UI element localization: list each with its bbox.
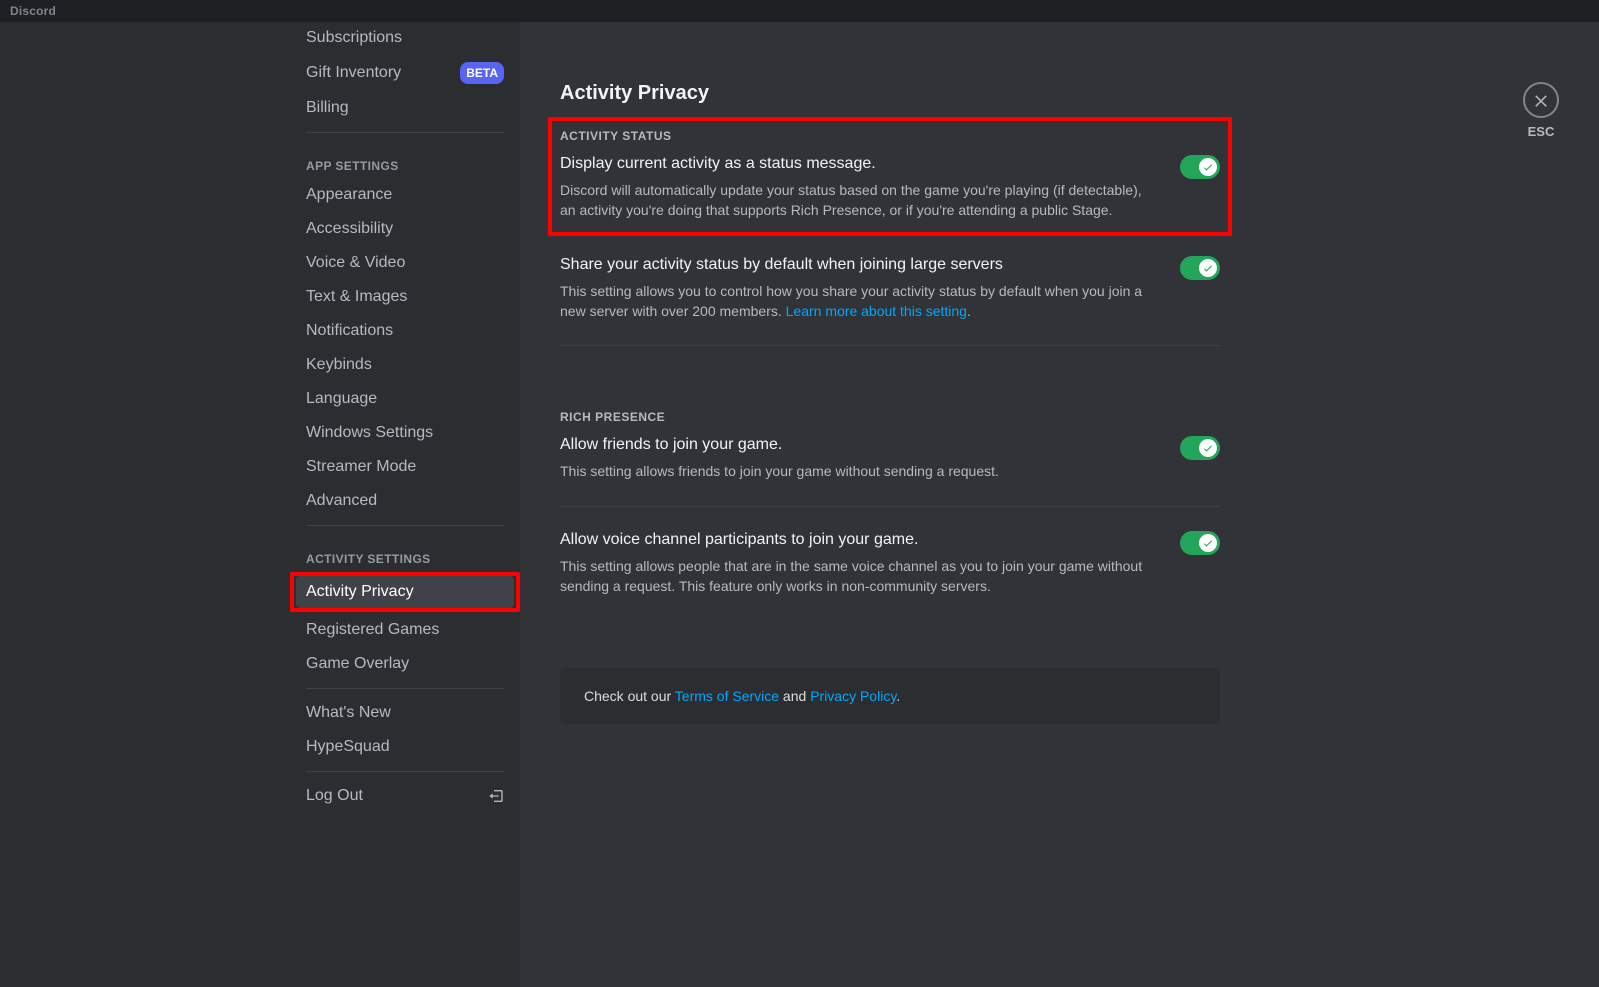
toggle-share-large-servers[interactable] (1180, 256, 1220, 280)
toggle-friends-join[interactable] (1180, 436, 1220, 460)
sidebar-item-notifications[interactable]: Notifications (296, 315, 514, 347)
sidebar-item-log-out[interactable]: Log Out (296, 780, 514, 812)
logout-icon (488, 788, 504, 804)
setting-title-voice-join: Allow voice channel participants to join… (560, 531, 1156, 549)
check-icon (1199, 259, 1217, 277)
app-body: Subscriptions Gift Inventory BETA Billin… (0, 22, 1599, 987)
sidebar-header-app-settings: APP SETTINGS (296, 141, 514, 179)
sidebar-item-activity-privacy[interactable]: Activity Privacy (296, 576, 514, 608)
setting-desc-display-activity: Discord will automatically update your s… (560, 181, 1156, 220)
sidebar-item-gift-inventory[interactable]: Gift Inventory BETA (296, 56, 514, 90)
close-column: ESC (1523, 82, 1559, 139)
toggle-display-activity[interactable] (1180, 155, 1220, 179)
beta-badge: BETA (460, 62, 504, 84)
close-icon (1532, 91, 1550, 109)
highlight-display-activity: ACTIVITY STATUS Display current activity… (548, 117, 1232, 236)
sidebar-item-whats-new[interactable]: What's New (296, 697, 514, 729)
setting-title-display-activity: Display current activity as a status mes… (560, 155, 1156, 173)
titlebar: Discord (0, 0, 1599, 22)
toggle-voice-join[interactable] (1180, 531, 1220, 555)
sidebar-item-keybinds[interactable]: Keybinds (296, 349, 514, 381)
sidebar-item-voice-video[interactable]: Voice & Video (296, 247, 514, 279)
learn-more-link[interactable]: Learn more about this setting (786, 303, 967, 319)
setting-title-share-large-servers: Share your activity status by default wh… (560, 256, 1156, 274)
section-header-rich-presence: RICH PRESENCE (560, 410, 1220, 424)
content-region: Activity Privacy ACTIVITY STATUS Display… (520, 22, 1599, 987)
esc-label: ESC (1528, 124, 1555, 139)
sidebar-header-activity-settings: ACTIVITY SETTINGS (296, 534, 514, 572)
setting-title-friends-join: Allow friends to join your game. (560, 436, 999, 454)
sidebar-item-advanced[interactable]: Advanced (296, 485, 514, 517)
sidebar-item-accessibility[interactable]: Accessibility (296, 213, 514, 245)
setting-desc-voice-join: This setting allows people that are in t… (560, 557, 1156, 596)
check-icon (1199, 534, 1217, 552)
check-icon (1199, 439, 1217, 457)
sidebar-item-billing[interactable]: Billing (296, 92, 514, 124)
app-name: Discord (10, 4, 56, 18)
tos-box: Check out our Terms of Service and Priva… (560, 668, 1220, 724)
sidebar-item-registered-games[interactable]: Registered Games (296, 614, 514, 646)
sidebar-separator (306, 525, 504, 526)
settings-sidebar: Subscriptions Gift Inventory BETA Billin… (0, 22, 520, 987)
check-icon (1199, 158, 1217, 176)
sidebar-item-appearance[interactable]: Appearance (296, 179, 514, 211)
sidebar-separator (306, 132, 504, 133)
highlight-activity-privacy: Activity Privacy (290, 572, 520, 612)
sidebar-item-text-images[interactable]: Text & Images (296, 281, 514, 313)
sidebar-item-streamer-mode[interactable]: Streamer Mode (296, 451, 514, 483)
page-title: Activity Privacy (560, 82, 1220, 105)
section-header-activity-status: ACTIVITY STATUS (560, 129, 1220, 143)
terms-of-service-link[interactable]: Terms of Service (675, 688, 779, 704)
sidebar-item-windows-settings[interactable]: Windows Settings (296, 417, 514, 449)
setting-desc-share-large-servers: This setting allows you to control how y… (560, 282, 1156, 321)
privacy-policy-link[interactable]: Privacy Policy (810, 688, 896, 704)
sidebar-item-language[interactable]: Language (296, 383, 514, 415)
sidebar-separator (306, 688, 504, 689)
sidebar-item-game-overlay[interactable]: Game Overlay (296, 648, 514, 680)
sidebar-item-subscriptions[interactable]: Subscriptions (296, 22, 514, 54)
sidebar-item-hypesquad[interactable]: HypeSquad (296, 731, 514, 763)
setting-desc-friends-join: This setting allows friends to join your… (560, 462, 999, 482)
close-button[interactable] (1523, 82, 1559, 118)
sidebar-separator (306, 771, 504, 772)
